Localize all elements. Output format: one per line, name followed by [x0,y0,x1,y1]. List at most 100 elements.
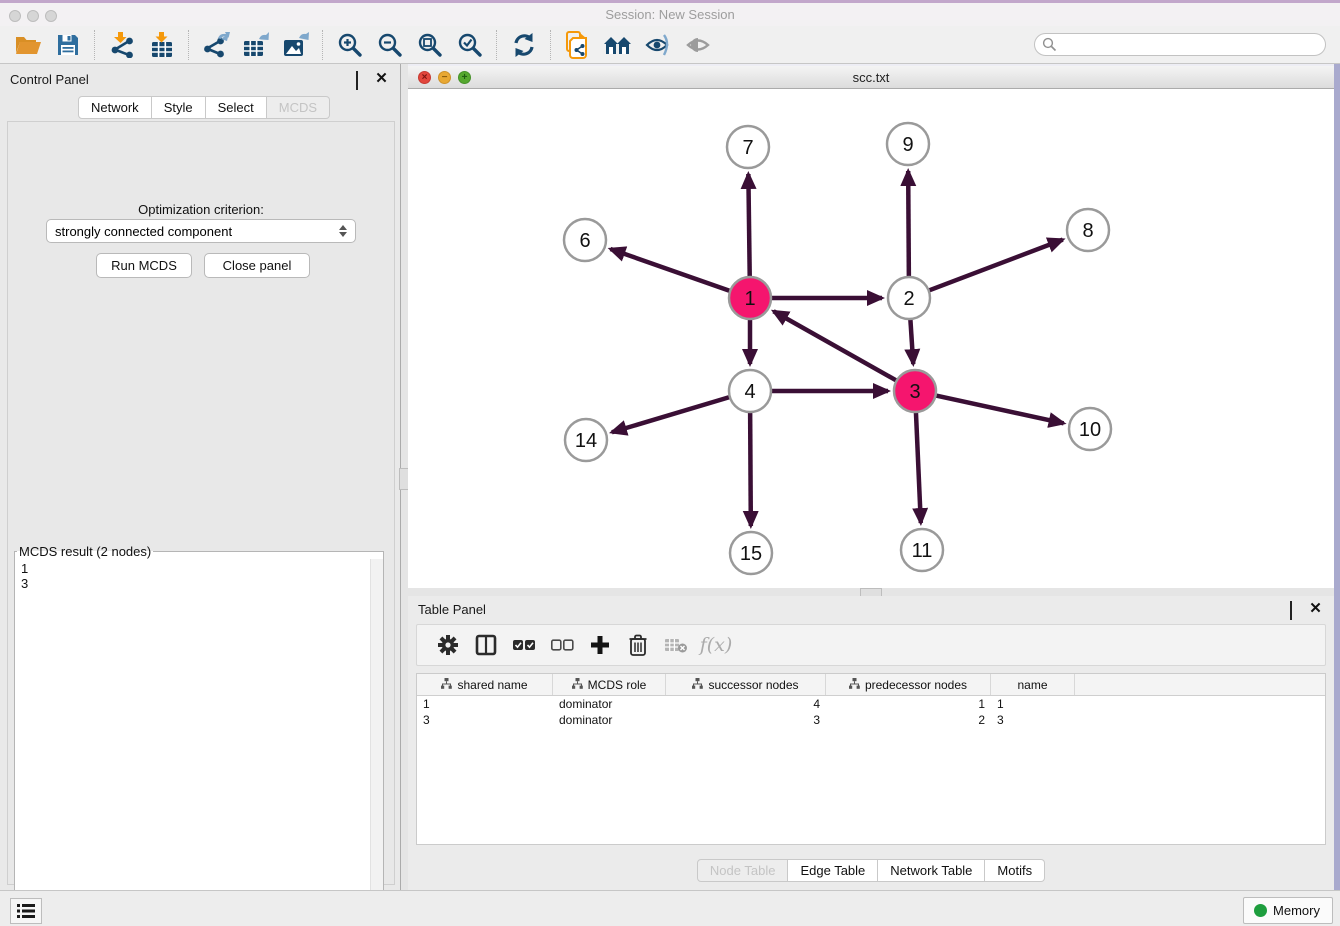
table-cell[interactable]: 3 [666,712,826,728]
column-header-MCDS-role[interactable]: MCDS role [553,674,666,695]
toolbar-separator [550,30,552,60]
float-panel-icon[interactable] [355,72,368,85]
table-close-icon[interactable]: ✕ [1309,602,1322,615]
edge-3-1[interactable] [774,311,897,380]
table-cell[interactable]: 3 [991,712,1075,728]
edge-1-7[interactable] [748,174,749,277]
manage-columns-icon[interactable] [467,628,505,662]
open-file-icon[interactable] [8,28,48,62]
network-window-title: scc.txt [408,70,1334,85]
save-session-icon[interactable] [48,28,88,62]
edge-2-9[interactable] [908,171,909,277]
column-type-icon [572,678,583,692]
tab-mcds[interactable]: MCDS [267,96,330,119]
task-history-button[interactable] [10,898,42,924]
column-header-successor-nodes[interactable]: successor nodes [666,674,826,695]
select-chevrons-icon [339,225,347,237]
table-cell[interactable]: 1 [826,696,991,712]
delete-row-trash-icon[interactable] [619,628,657,662]
session-title: Session: New Session [0,7,1340,22]
table-float-icon[interactable] [1289,602,1302,615]
clear-selection-icon[interactable] [543,628,581,662]
export-table-icon[interactable] [236,28,276,62]
graph-node-label: 14 [575,430,597,452]
select-all-icon[interactable] [505,628,543,662]
tab-edge-table[interactable]: Edge Table [788,859,878,882]
graph-node-label: 15 [740,543,762,565]
delete-column-icon[interactable] [657,628,695,662]
graph-node-label: 7 [742,137,753,159]
export-image-icon[interactable] [276,28,316,62]
mcds-result-scrollbar[interactable] [370,559,383,899]
edge-2-3[interactable] [910,319,913,364]
table-cell[interactable]: dominator [553,712,666,728]
node-table: shared nameMCDS rolesuccessor nodesprede… [416,673,1326,845]
graph-node-label: 8 [1082,220,1093,242]
zoom-fit-icon[interactable] [410,28,450,62]
table-cell[interactable]: 3 [417,712,553,728]
column-header-predecessor-nodes[interactable]: predecessor nodes [826,674,991,695]
control-panel: Control Panel ✕ Network Style Select MCD… [0,64,401,890]
search-field [1034,33,1326,56]
search-icon [1042,37,1057,57]
table-cell[interactable]: 4 [666,696,826,712]
import-table-icon[interactable] [142,28,182,62]
table-row[interactable]: 1dominator411 [417,696,1325,712]
toolbar-separator [322,30,324,60]
status-bar: Memory [0,890,1340,926]
optimization-criterion-label: Optimization criterion: [8,202,394,217]
edge-4-14[interactable] [612,397,730,432]
close-panel-button[interactable]: Close panel [204,253,310,278]
mcds-result-title: MCDS result (2 nodes) [17,544,153,559]
tab-motifs[interactable]: Motifs [985,859,1045,882]
zoom-selected-icon[interactable] [450,28,490,62]
graph-node-label: 1 [744,288,755,310]
hide-panel-eye-icon[interactable] [638,28,678,62]
toolbar-separator [94,30,96,60]
run-mcds-button[interactable]: Run MCDS [96,253,192,278]
tab-network-table[interactable]: Network Table [878,859,985,882]
main-toolbar [0,26,1340,64]
edge-1-6[interactable] [610,249,730,291]
edge-3-11[interactable] [916,412,921,523]
table-cell[interactable]: dominator [553,696,666,712]
home-layout-icon[interactable] [598,28,638,62]
edge-4-15[interactable] [750,412,751,526]
table-cell[interactable]: 2 [826,712,991,728]
mcds-tab-content: Optimization criterion: strongly connect… [7,121,395,885]
close-panel-icon[interactable]: ✕ [375,72,388,85]
function-builder-icon[interactable]: f(x) [695,628,733,662]
zoom-out-icon[interactable] [370,28,410,62]
network-graph-canvas[interactable]: 1234678910111415 [408,89,1332,594]
tab-select[interactable]: Select [206,96,267,119]
tab-node-table[interactable]: Node Table [697,859,789,882]
graph-node-label: 6 [579,230,590,252]
export-network-icon[interactable] [196,28,236,62]
zoom-in-icon[interactable] [330,28,370,62]
import-network-icon[interactable] [102,28,142,62]
control-panel-header: Control Panel ✕ [0,64,400,94]
mcds-result-group: MCDS result (2 nodes) 1 3 [14,544,384,918]
tab-network[interactable]: Network [78,96,152,119]
tab-style[interactable]: Style [152,96,206,119]
settings-gear-icon[interactable] [429,628,467,662]
column-header-name[interactable]: name [991,674,1075,695]
refresh-icon[interactable] [504,28,544,62]
criterion-select[interactable]: strongly connected component [46,219,356,243]
memory-button[interactable]: Memory [1243,897,1333,924]
toolbar-separator [496,30,498,60]
graph-node-label: 11 [912,540,933,562]
edge-2-8[interactable] [929,240,1063,291]
table-row[interactable]: 3dominator323 [417,712,1325,728]
table-cell[interactable]: 1 [417,696,553,712]
control-panel-title: Control Panel [10,72,89,87]
search-input[interactable] [1034,33,1326,56]
add-row-icon[interactable] [581,628,619,662]
column-header-shared-name[interactable]: shared name [417,674,553,695]
show-panel-eye-icon[interactable] [678,28,718,62]
edge-3-10[interactable] [936,395,1064,423]
column-type-icon [692,678,703,692]
graph-node-label: 4 [744,381,755,403]
table-cell[interactable]: 1 [991,696,1075,712]
clone-network-icon[interactable] [558,28,598,62]
